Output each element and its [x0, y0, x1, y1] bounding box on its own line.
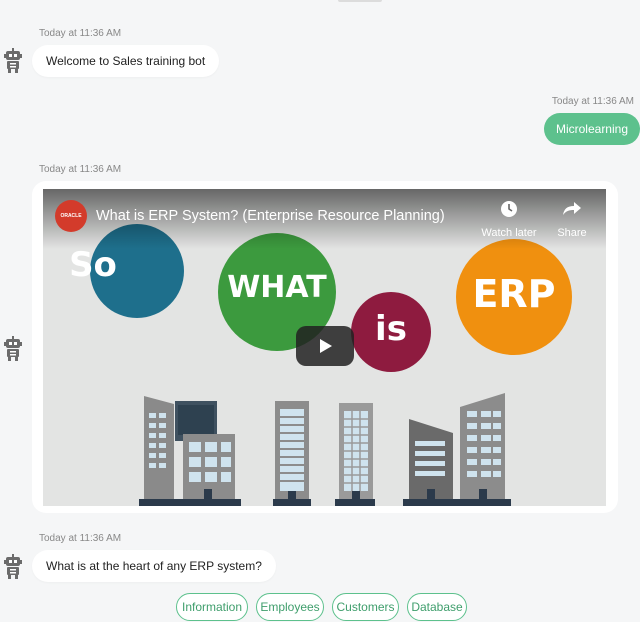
word-so: So	[69, 245, 117, 285]
robot-icon	[2, 48, 24, 74]
watch-later-button[interactable]: Watch later	[475, 199, 543, 239]
robot-icon	[2, 554, 24, 580]
timestamp: Today at 11:36 AM	[551, 96, 634, 107]
share-label: Share	[557, 227, 587, 239]
timestamp: Today at 11:36 AM	[39, 533, 122, 544]
word-erp: ERP	[472, 272, 556, 316]
watch-later-label: Watch later	[481, 227, 537, 239]
quick-reply-information[interactable]: Information	[176, 593, 248, 621]
bot-message: What is at the heart of any ERP system?	[32, 550, 276, 582]
top-tab-indicator	[338, 0, 382, 2]
play-button[interactable]	[296, 326, 354, 366]
timestamp: Today at 11:36 AM	[39, 164, 122, 175]
word-is: is	[375, 309, 407, 349]
robot-icon	[2, 336, 24, 362]
channel-logo-text: ORACLE	[60, 213, 82, 219]
word-what: WHAT	[227, 270, 327, 305]
quick-reply-employees[interactable]: Employees	[256, 593, 324, 621]
bot-message: Welcome to Sales training bot	[32, 45, 220, 77]
quick-reply-customers[interactable]: Customers	[332, 593, 399, 621]
play-icon	[320, 339, 332, 353]
timestamp: Today at 11:36 AM	[39, 28, 122, 39]
video-player[interactable]: ORACLE What is ERP System? (Enterprise R…	[43, 189, 606, 506]
quick-reply-database[interactable]: Database	[407, 593, 467, 621]
video-title[interactable]: What is ERP System? (Enterprise Resource…	[96, 208, 445, 224]
clock-icon	[501, 201, 517, 217]
share-button[interactable]: Share	[549, 199, 595, 239]
user-message: Microlearning	[543, 113, 640, 145]
share-icon	[563, 202, 581, 215]
